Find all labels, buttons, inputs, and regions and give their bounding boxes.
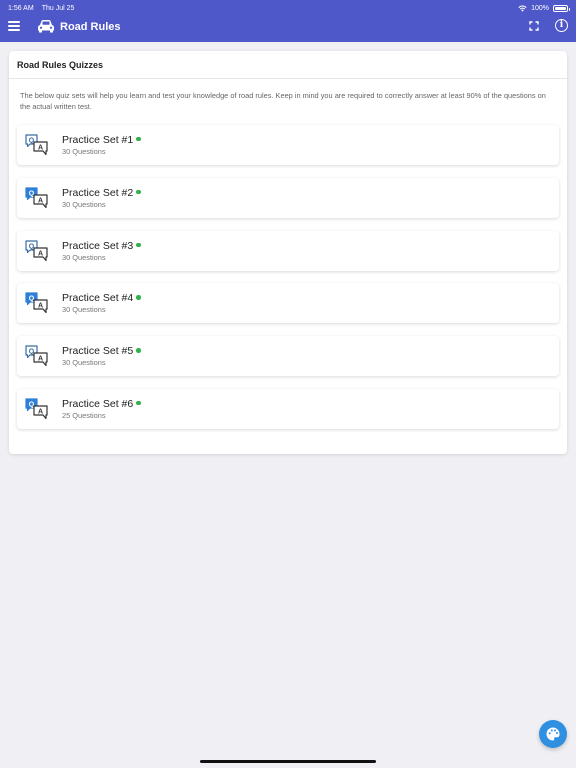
app-header: 1:56 AM Thu Jul 25 100% Road Rules i — [0, 0, 576, 42]
svg-text:A: A — [38, 197, 43, 204]
quiz-question-count: 30 Questions — [62, 147, 106, 156]
quiz-item-5[interactable]: Q A Practice Set #5 30 Questions — [17, 336, 559, 377]
home-indicator — [200, 760, 376, 763]
wifi-icon — [518, 5, 527, 12]
quiz-question-count: 30 Questions — [62, 199, 106, 209]
theme-button[interactable] — [539, 720, 567, 748]
card-title: Road Rules Quizzes — [9, 51, 567, 79]
status-dot — [136, 136, 141, 142]
quiz-item-6[interactable]: Q A Practice Set #6 25 Questions — [17, 388, 559, 429]
qa-outline-icon: Q A — [25, 239, 48, 261]
palette-icon — [546, 727, 560, 741]
quiz-item-1[interactable]: Q A Practice Set #1 30 Questions — [17, 125, 559, 165]
quiz-title: Practice Set #1 — [62, 134, 134, 146]
quiz-item-3[interactable]: Q A Practice Set #3 30 Questions — [17, 230, 559, 271]
quiz-question-count: 25 Questions — [62, 410, 106, 420]
quiz-title: Practice Set #5 — [62, 345, 134, 358]
quiz-item-2[interactable]: Q A Practice Set #2 30 Questions — [17, 177, 559, 218]
quiz-list: Q A Practice Set #1 30 Questions Q A Pra… — [17, 125, 559, 442]
qa-outline-icon: Q A — [25, 134, 48, 156]
quiz-title: Practice Set #2 — [62, 186, 134, 199]
status-dot — [136, 295, 141, 300]
quizzes-card: Road Rules Quizzes The below quiz sets w… — [9, 51, 567, 454]
status-dot — [136, 400, 141, 406]
svg-text:A: A — [38, 144, 43, 151]
svg-text:A: A — [38, 408, 43, 415]
qa-filled-icon: Q A — [25, 292, 48, 314]
status-dot — [136, 242, 141, 248]
quiz-title: Practice Set #4 — [62, 292, 134, 305]
expand-icon[interactable] — [528, 20, 540, 32]
quiz-question-count: 30 Questions — [62, 358, 106, 368]
car-icon — [38, 20, 54, 33]
quiz-item-4[interactable]: Q A Practice Set #4 30 Questions — [17, 283, 559, 324]
quiz-title: Practice Set #3 — [62, 239, 134, 252]
quiz-question-count: 30 Questions — [62, 252, 106, 262]
battery-percent: 100% — [531, 4, 549, 12]
qa-filled-icon: Q A — [25, 398, 48, 420]
status-bar: 1:56 AM Thu Jul 25 100% — [8, 3, 570, 13]
svg-text:A: A — [38, 303, 43, 310]
info-icon[interactable]: i — [555, 19, 568, 32]
battery-icon — [553, 4, 570, 12]
status-dot — [136, 189, 141, 195]
qa-filled-icon: Q A — [25, 187, 48, 208]
quiz-title: Practice Set #6 — [62, 397, 134, 410]
status-date: Thu Jul 25 — [41, 4, 75, 12]
svg-text:A: A — [38, 355, 43, 362]
svg-text:A: A — [38, 250, 43, 257]
status-dot — [136, 348, 141, 353]
menu-icon[interactable] — [8, 21, 20, 31]
app-title: Road Rules — [60, 21, 121, 33]
quiz-question-count: 30 Questions — [62, 305, 106, 315]
qa-outline-icon: Q A — [25, 345, 48, 367]
status-time: 1:56 AM — [8, 4, 34, 12]
